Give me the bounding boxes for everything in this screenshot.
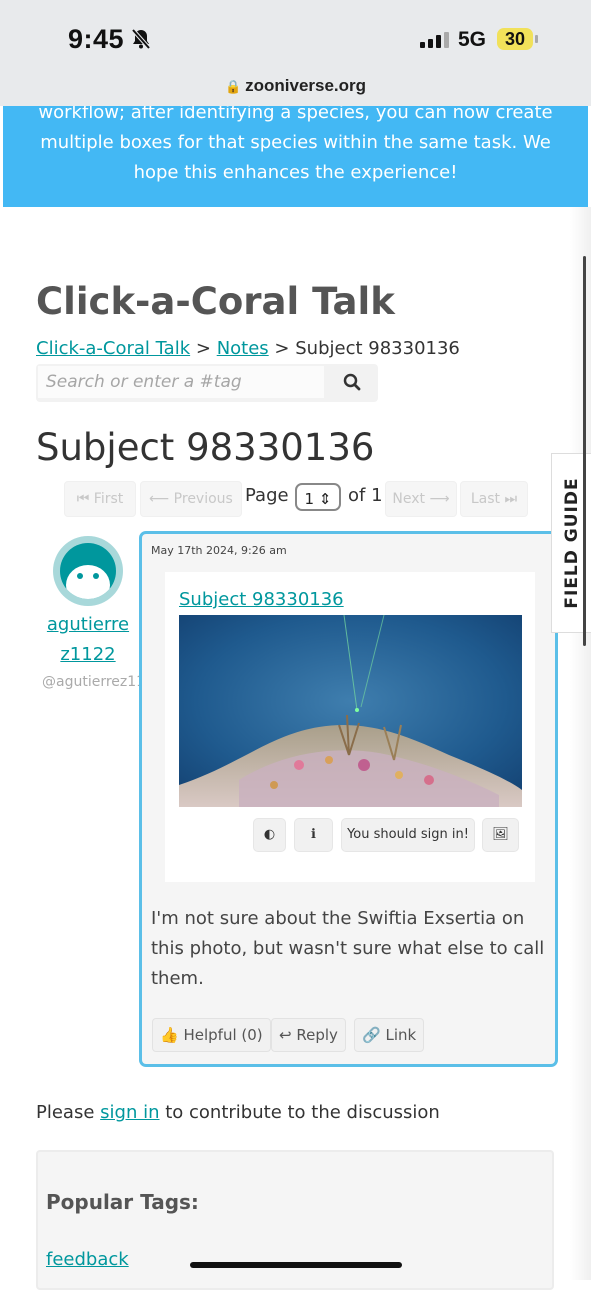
favorite-sign-in-button[interactable]: You should sign in! xyxy=(341,818,475,852)
bell-muted-icon xyxy=(131,28,151,50)
battery-cap xyxy=(535,35,538,43)
author-name-line1: agutierre xyxy=(46,614,130,635)
link-icon: 🔗 xyxy=(362,1026,381,1044)
reply-icon: ↩ xyxy=(279,1026,292,1044)
avatar-eye xyxy=(93,573,99,579)
arrow-left-icon: ⟵ xyxy=(149,491,170,507)
announcement-banner: workflow; after identifying a species, y… xyxy=(3,106,588,207)
search-icon xyxy=(343,373,361,390)
avatar-circle xyxy=(60,543,116,599)
avatar-face xyxy=(66,565,110,599)
comment-body: I'm not sure about the Swiftia Exsertia … xyxy=(151,908,545,989)
sign-in-prefix: Please xyxy=(36,1102,95,1123)
image-view-button[interactable]: 🖼 xyxy=(482,818,519,852)
subject-title: Subject 98330136 xyxy=(36,426,375,469)
reply-label: Reply xyxy=(296,1026,338,1044)
last-icon: ⏭ xyxy=(504,491,518,507)
home-indicator[interactable] xyxy=(190,1262,402,1268)
breadcrumb-separator: > xyxy=(274,338,290,359)
author-name-link[interactable]: agutierre z1122 xyxy=(40,610,136,670)
info-icon: ℹ xyxy=(311,827,316,842)
banner-text: workflow; after identifying a species, y… xyxy=(38,106,553,183)
first-label: First xyxy=(93,491,124,507)
reply-button[interactable]: ↩ Reply xyxy=(271,1018,346,1052)
arrow-right-icon: ⟶ xyxy=(429,491,450,507)
page-total: of 1 xyxy=(348,485,383,506)
battery-icon: 30 xyxy=(497,28,533,50)
popular-tags-panel: Popular Tags: feedback xyxy=(36,1150,554,1290)
url-text: zooniverse.org xyxy=(245,76,367,95)
sign-in-hint: You should sign in! xyxy=(347,827,469,842)
sign-in-prompt: Please sign in to contribute to the disc… xyxy=(36,1102,440,1123)
page-edge-shadow xyxy=(570,207,591,1280)
avatar[interactable] xyxy=(53,536,123,606)
contrast-icon: ◐ xyxy=(263,827,276,842)
helpful-button[interactable]: 👍 Helpful (0) xyxy=(152,1018,271,1052)
link-button[interactable]: 🔗 Link xyxy=(354,1018,425,1052)
link-label: Link xyxy=(385,1026,417,1044)
search-bar xyxy=(36,364,378,402)
tag-link[interactable]: feedback xyxy=(46,1249,129,1270)
chevron-updown-icon: ⇕ xyxy=(318,490,332,508)
sign-in-link[interactable]: sign in xyxy=(100,1102,159,1123)
signal-icon xyxy=(420,32,449,48)
page-select-value: 1 xyxy=(304,490,315,508)
metadata-button[interactable]: ℹ xyxy=(294,818,333,852)
popular-tags-title: Popular Tags: xyxy=(46,1190,199,1214)
clock: 9:45 xyxy=(68,24,125,54)
page-label: Page xyxy=(245,485,289,506)
previous-label: Previous xyxy=(173,491,233,507)
breadcrumb-separator: > xyxy=(195,338,211,359)
pagination: ⏮ First ⟵ Previous Page 1 ⇕ of 1 Next ⟶ … xyxy=(60,481,530,517)
network-type: 5G xyxy=(458,28,487,51)
field-guide-label: FIELD GUIDE xyxy=(561,477,582,609)
lock-icon: 🔒 xyxy=(224,80,242,95)
author-name-line2: z1122 xyxy=(60,644,116,665)
status-bar: 9:45 5G 30 xyxy=(0,0,591,68)
subject-preview: Subject 98330136 ◐ ℹ You should sign in!… xyxy=(165,572,535,882)
subject-link[interactable]: Subject 98330136 xyxy=(179,589,344,610)
breadcrumb-notes-link[interactable]: Notes xyxy=(217,338,269,359)
comment-date: May 17th 2024, 9:26 am xyxy=(151,544,287,557)
helpful-label: Helpful (0) xyxy=(183,1026,263,1044)
breadcrumb: Click-a-Coral Talk > Notes > Subject 983… xyxy=(36,338,460,359)
thumbs-up-icon: 👍 xyxy=(160,1026,179,1044)
subject-image[interactable] xyxy=(179,615,522,807)
invert-button[interactable]: ◐ xyxy=(253,818,286,852)
next-label: Next xyxy=(392,491,426,507)
next-page-button[interactable]: Next ⟶ xyxy=(385,481,457,517)
comment-card: May 17th 2024, 9:26 am Subject 98330136 xyxy=(139,531,558,1067)
breadcrumb-current: Subject 98330136 xyxy=(295,338,460,359)
search-input[interactable] xyxy=(38,366,324,398)
last-page-button[interactable]: Last ⏭ xyxy=(460,481,528,517)
first-page-button[interactable]: ⏮ First xyxy=(64,481,136,517)
breadcrumb-board-link[interactable]: Click-a-Coral Talk xyxy=(36,338,190,359)
first-icon: ⏮ xyxy=(76,491,90,507)
avatar-eye xyxy=(77,573,83,579)
sign-in-suffix: to contribute to the discussion xyxy=(165,1102,440,1123)
image-icon: 🖼 xyxy=(492,827,509,842)
search-button[interactable] xyxy=(328,366,376,400)
page-select[interactable]: 1 ⇕ xyxy=(295,483,341,511)
author-handle: @agutierrez1122 xyxy=(42,674,140,690)
address-bar[interactable]: 🔒 zooniverse.org xyxy=(0,68,591,106)
last-label: Last xyxy=(470,491,501,507)
page-title: Click-a-Coral Talk xyxy=(36,280,395,323)
scrollbar[interactable] xyxy=(583,256,586,646)
previous-page-button[interactable]: ⟵ Previous xyxy=(140,481,242,517)
